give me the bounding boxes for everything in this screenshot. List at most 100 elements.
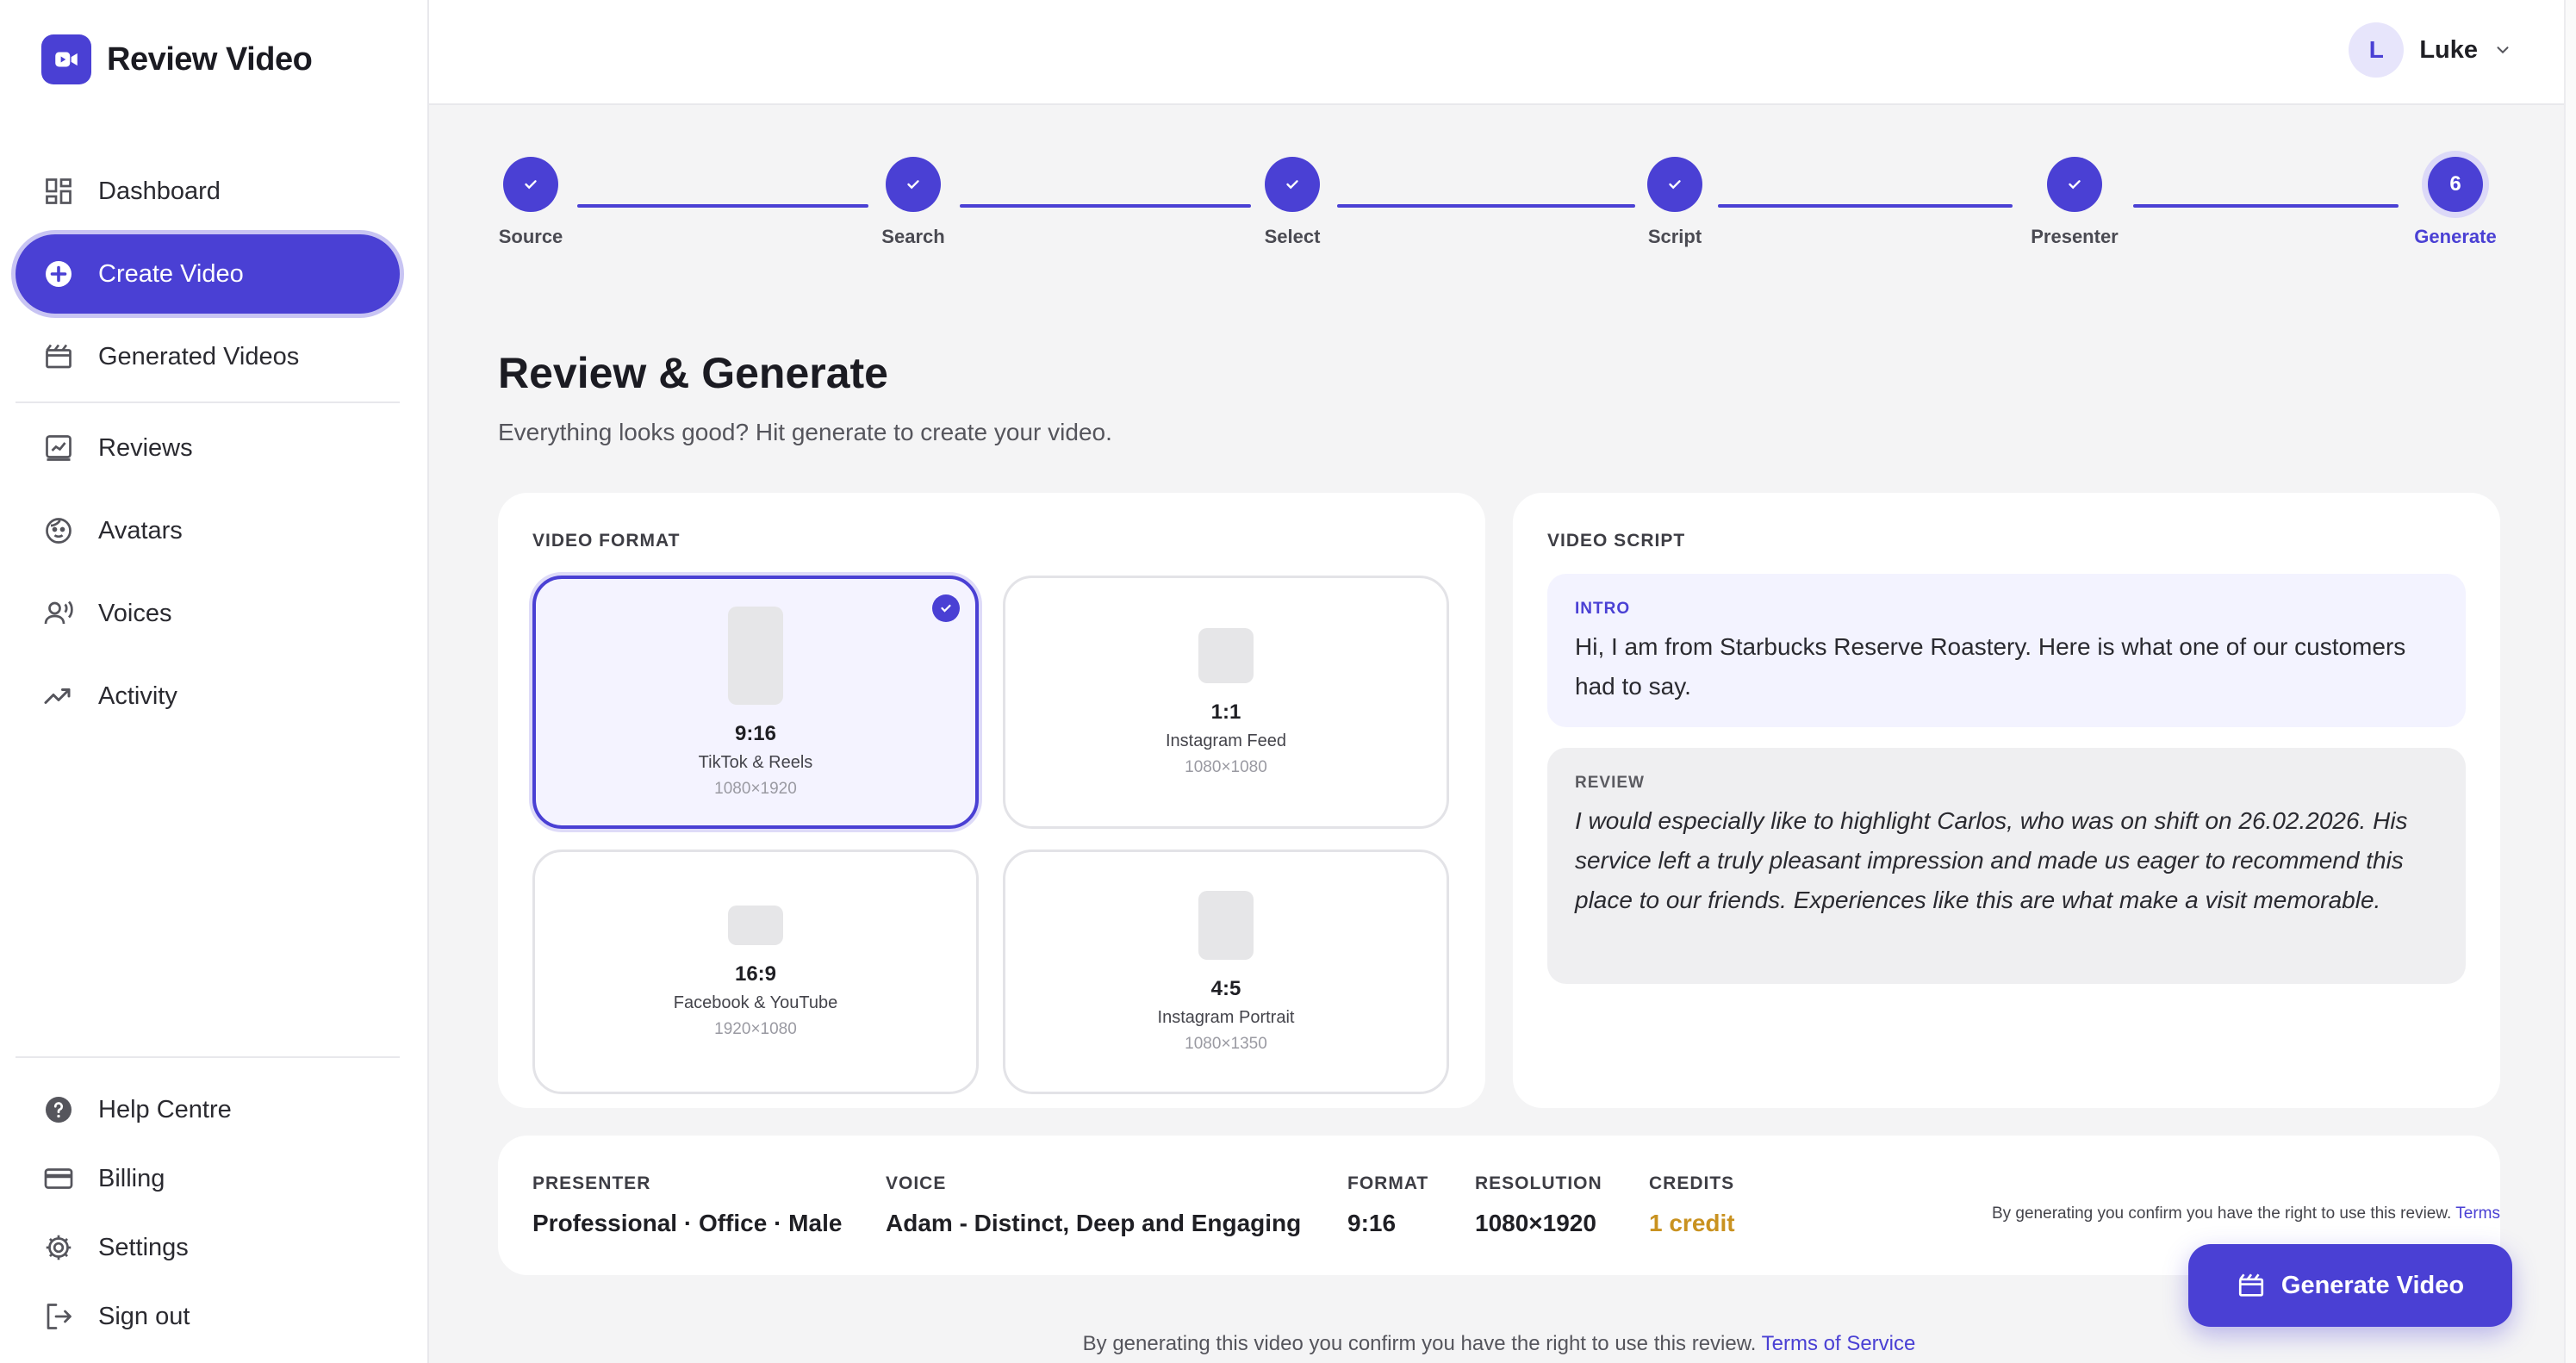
nav-label: Avatars — [98, 516, 183, 545]
format-ratio: 1:1 — [1210, 700, 1241, 724]
step-connector — [960, 204, 1251, 208]
format-resolution: 1080×1920 — [714, 779, 797, 798]
page-title: Review & Generate — [498, 349, 888, 397]
step-connector — [577, 204, 868, 208]
nav-item-dashboard[interactable]: Dashboard — [16, 152, 400, 231]
intro-text: Hi, I am from Starbucks Reserve Roastery… — [1575, 633, 2406, 700]
generate-video-label: Generate Video — [2280, 1271, 2465, 1299]
summary-value: 1080×1920 — [1475, 1210, 1596, 1236]
check-icon — [1647, 157, 1702, 212]
sign-out-icon — [47, 1304, 72, 1329]
footer-text: By generating this video you confirm you… — [1082, 1332, 1757, 1355]
footer-consent-note: By generating this video you confirm you… — [498, 1332, 2500, 1356]
step-label: Generate — [2414, 226, 2497, 247]
nav-label: Activity — [98, 682, 177, 710]
section-label: VIDEO SCRIPT — [1547, 531, 1686, 551]
nav-divider — [16, 401, 400, 403]
nav-item-voices[interactable]: Voices — [16, 574, 400, 653]
check-icon — [932, 594, 960, 622]
section-label: VIDEO FORMAT — [532, 531, 681, 551]
summary-value: 9:16 — [1347, 1210, 1397, 1236]
script-intro-block: INTRO Hi, I am from Starbucks Reserve Ro… — [1547, 574, 2466, 727]
summary-value: Professional · Office · Male — [532, 1210, 843, 1236]
terms-link[interactable]: Terms — [2455, 1204, 2500, 1223]
format-ratio: 16:9 — [734, 962, 777, 986]
format-resolution: 1080×1350 — [1185, 1034, 1267, 1053]
topbar: L Luke — [429, 0, 2576, 105]
format-ratio: 9:16 — [734, 721, 777, 745]
step-source[interactable]: Source — [462, 157, 600, 248]
nav-item-create-video[interactable]: Create Video — [16, 234, 400, 314]
nav-item-generated-videos[interactable]: Generated Videos — [16, 317, 400, 396]
portrait-frame-icon — [728, 606, 783, 705]
format-option-1-1[interactable]: 1:1 Instagram Feed 1080×1080 — [1003, 576, 1449, 829]
chevron-down-icon — [2497, 47, 2509, 54]
square-frame-icon — [1198, 627, 1254, 683]
scrollbar[interactable] — [2564, 0, 2576, 1363]
review-icon — [46, 435, 72, 461]
step-script[interactable]: Script — [1606, 157, 1744, 248]
nav-item-avatars[interactable]: Avatars — [16, 491, 400, 570]
brand[interactable]: Review Video — [41, 34, 313, 84]
portrait-frame-icon — [1198, 890, 1254, 960]
summary-resolution: RESOLUTION 1080×1920 — [1475, 1173, 1602, 1237]
summary-label: PRESENTER — [532, 1173, 651, 1193]
nav-label: Dashboard — [98, 177, 221, 205]
nav-label: Billing — [98, 1164, 165, 1192]
nav-item-activity[interactable]: Activity — [16, 657, 400, 736]
summary-label: CREDITS — [1649, 1173, 1735, 1193]
summary-credits: CREDITS 1 credit — [1649, 1173, 1735, 1237]
format-name: Instagram Portrait — [1157, 1007, 1295, 1027]
review-tag: REVIEW — [1575, 774, 1645, 792]
nav-item-billing[interactable]: Billing — [16, 1146, 400, 1211]
check-icon — [2047, 157, 2102, 212]
intro-tag: INTRO — [1575, 600, 1631, 618]
generate-video-button[interactable]: Generate Video — [2188, 1244, 2512, 1327]
nav-label: Help Centre — [98, 1095, 232, 1123]
video-format-card: VIDEO FORMAT 9:16 TikTok & Reels 1080×19… — [498, 493, 1485, 1108]
brand-name: Review Video — [107, 40, 313, 78]
step-number: 6 — [2428, 157, 2483, 212]
format-name: Facebook & YouTube — [673, 993, 838, 1012]
summary-label: RESOLUTION — [1475, 1173, 1602, 1193]
nav-label: Create Video — [98, 259, 244, 288]
format-option-4-5[interactable]: 4:5 Instagram Portrait 1080×1350 — [1003, 850, 1449, 1094]
nav-label: Reviews — [98, 433, 193, 462]
summary-presenter: PRESENTER Professional · Office · Male — [532, 1173, 842, 1237]
help-icon — [46, 1097, 72, 1123]
step-connector — [1337, 204, 1635, 208]
clapperboard-icon — [2238, 1273, 2263, 1297]
nav-item-reviews[interactable]: Reviews — [16, 408, 400, 488]
format-resolution: 1920×1080 — [714, 1019, 797, 1038]
face-icon — [46, 518, 72, 544]
nav-item-sign-out[interactable]: Sign out — [16, 1284, 400, 1349]
format-option-16-9[interactable]: 16:9 Facebook & YouTube 1920×1080 — [532, 850, 979, 1094]
user-menu[interactable]: L Luke — [2349, 22, 2512, 78]
summary-label: VOICE — [886, 1173, 947, 1193]
format-name: Instagram Feed — [1165, 731, 1287, 750]
nav-item-help-centre[interactable]: Help Centre — [16, 1077, 400, 1142]
check-icon — [886, 157, 941, 212]
terms-of-service-link[interactable]: Terms of Service — [1762, 1332, 1916, 1355]
nav-item-settings[interactable]: Settings — [16, 1215, 400, 1280]
script-review-block: REVIEW I would especially like to highli… — [1547, 748, 2466, 984]
step-generate[interactable]: 6 Generate — [2386, 157, 2524, 248]
video-script-card: VIDEO SCRIPT INTRO Hi, I am from Starbuc… — [1513, 493, 2500, 1108]
consent-text: By generating you confirm you have the r… — [1991, 1204, 2452, 1223]
clapperboard-icon — [46, 344, 72, 369]
summary-voice: VOICE Adam - Distinct, Deep and Engaging — [886, 1173, 1301, 1237]
page-subtitle: Everything looks good? Hit generate to c… — [498, 419, 1112, 445]
summary-value: 1 credit — [1649, 1210, 1735, 1236]
nav-secondary: Reviews Avatars Voices Activity — [16, 408, 400, 739]
nav-label: Sign out — [98, 1302, 190, 1330]
gear-icon — [46, 1235, 72, 1260]
summary-format: FORMAT 9:16 — [1347, 1173, 1428, 1237]
step-presenter[interactable]: Presenter — [2006, 157, 2144, 248]
step-select[interactable]: Select — [1223, 157, 1361, 248]
step-search[interactable]: Search — [844, 157, 982, 248]
plus-circle-icon — [46, 261, 72, 287]
format-option-9-16[interactable]: 9:16 TikTok & Reels 1080×1920 — [532, 576, 979, 829]
avatar: L — [2349, 22, 2405, 78]
nav-divider — [16, 1056, 400, 1058]
card-icon — [44, 1168, 73, 1189]
